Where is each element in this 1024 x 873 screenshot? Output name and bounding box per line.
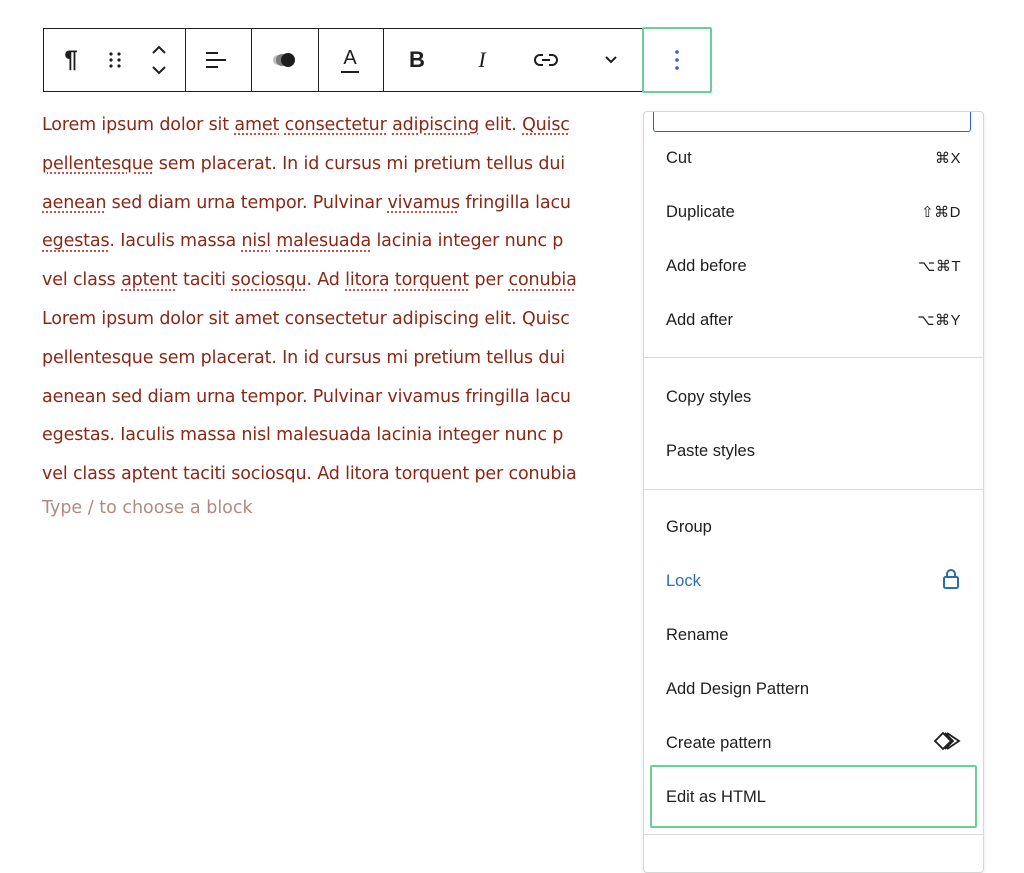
more-options-button[interactable]	[642, 27, 712, 93]
misspelled-word: pellentesque	[42, 153, 154, 174]
menu-item-cut[interactable]: Cut ⌘X	[644, 131, 983, 185]
text-line: pellentesque sem placerat. In id cursus …	[42, 153, 565, 174]
text-line: egestas. Iaculis massa nisl malesuada la…	[42, 231, 564, 252]
italic-button[interactable]: I	[464, 29, 500, 91]
misspelled-word: amet	[234, 115, 280, 135]
text-line: egestas. Iaculis massa nisl malesuada la…	[42, 425, 564, 446]
menu-item-create-pattern[interactable]: Create pattern	[644, 716, 983, 770]
block-options-menu: Cut ⌘X Duplicate ⇧⌘D Add before ⌥⌘T Add …	[643, 111, 984, 873]
menu-item-paste-styles[interactable]: Paste styles	[644, 424, 983, 478]
menu-divider	[644, 489, 983, 490]
shortcut-label: ⌥⌘T	[918, 258, 961, 275]
menu-divider	[644, 834, 983, 835]
bold-button[interactable]: B	[399, 29, 435, 91]
misspelled-word: aptent	[121, 270, 178, 291]
misspelled-word: sociosqu	[231, 270, 307, 291]
copy-menu-item[interactable]	[653, 112, 971, 132]
text-color-icon[interactable]: A	[330, 29, 370, 91]
text-line: vel class aptent taciti sociosqu. Ad lit…	[42, 270, 577, 291]
block-placeholder[interactable]: Type / to choose a block	[42, 498, 253, 518]
menu-item-add-before[interactable]: Add before ⌥⌘T	[644, 239, 983, 293]
misspelled-word: torquent	[394, 270, 470, 291]
misspelled-word: consectetur	[284, 115, 387, 135]
menu-item-add-after[interactable]: Add after ⌥⌘Y	[644, 293, 983, 347]
shortcut-label: ⇧⌘D	[921, 204, 961, 221]
move-up-down-icon[interactable]	[144, 29, 174, 91]
chevron-down-icon[interactable]	[594, 29, 628, 91]
misspelled-word: malesuada	[276, 231, 372, 252]
edit-as-html-highlight	[650, 765, 977, 828]
menu-item-copy-styles[interactable]: Copy styles	[644, 370, 983, 424]
pattern-diamond-icon	[933, 731, 961, 756]
link-icon[interactable]	[528, 29, 564, 91]
align-left-icon[interactable]	[196, 29, 236, 91]
misspelled-word: Quisc	[522, 115, 570, 135]
shortcut-label: ⌥⌘Y	[917, 312, 961, 329]
text-line: Lorem ipsum dolor sit amet consectetur a…	[42, 308, 570, 329]
text-line: pellentesque sem placerat. In id cursus …	[42, 347, 565, 368]
misspelled-word: aenean	[42, 192, 107, 213]
menu-item-add-design-pattern[interactable]: Add Design Pattern	[644, 662, 983, 716]
lock-icon	[941, 567, 961, 596]
menu-item-duplicate[interactable]: Duplicate ⇧⌘D	[644, 185, 983, 239]
text-line: aenean sed diam urna tempor. Pulvinar vi…	[42, 386, 571, 407]
menu-divider	[644, 357, 983, 358]
shortcut-label: ⌘X	[934, 150, 961, 167]
text-line: Lorem ipsum dolor sit amet consectetur a…	[42, 115, 570, 135]
menu-item-lock[interactable]: Lock	[644, 554, 983, 608]
drag-handle-icon[interactable]	[102, 29, 128, 91]
style-toggle-icon[interactable]	[262, 29, 306, 91]
misspelled-word: litora	[345, 270, 390, 291]
more-vertical-icon	[644, 29, 709, 90]
misspelled-word: adipiscing	[392, 115, 480, 135]
menu-item-rename[interactable]: Rename	[644, 608, 983, 662]
misspelled-word: nisl	[241, 231, 271, 252]
misspelled-word: conubia	[508, 270, 577, 291]
paragraph-block[interactable]: Lorem ipsum dolor sit amet consectetur a…	[42, 108, 662, 496]
misspelled-word: egestas	[42, 231, 110, 252]
block-toolbar: ¶ A B I	[43, 28, 711, 92]
misspelled-word: vivamus	[387, 192, 460, 213]
text-line: aenean sed diam urna tempor. Pulvinar vi…	[42, 192, 571, 213]
text-line: vel class aptent taciti sociosqu. Ad lit…	[42, 464, 577, 485]
menu-item-group[interactable]: Group	[644, 500, 983, 554]
paragraph-block-icon[interactable]: ¶	[56, 29, 86, 91]
